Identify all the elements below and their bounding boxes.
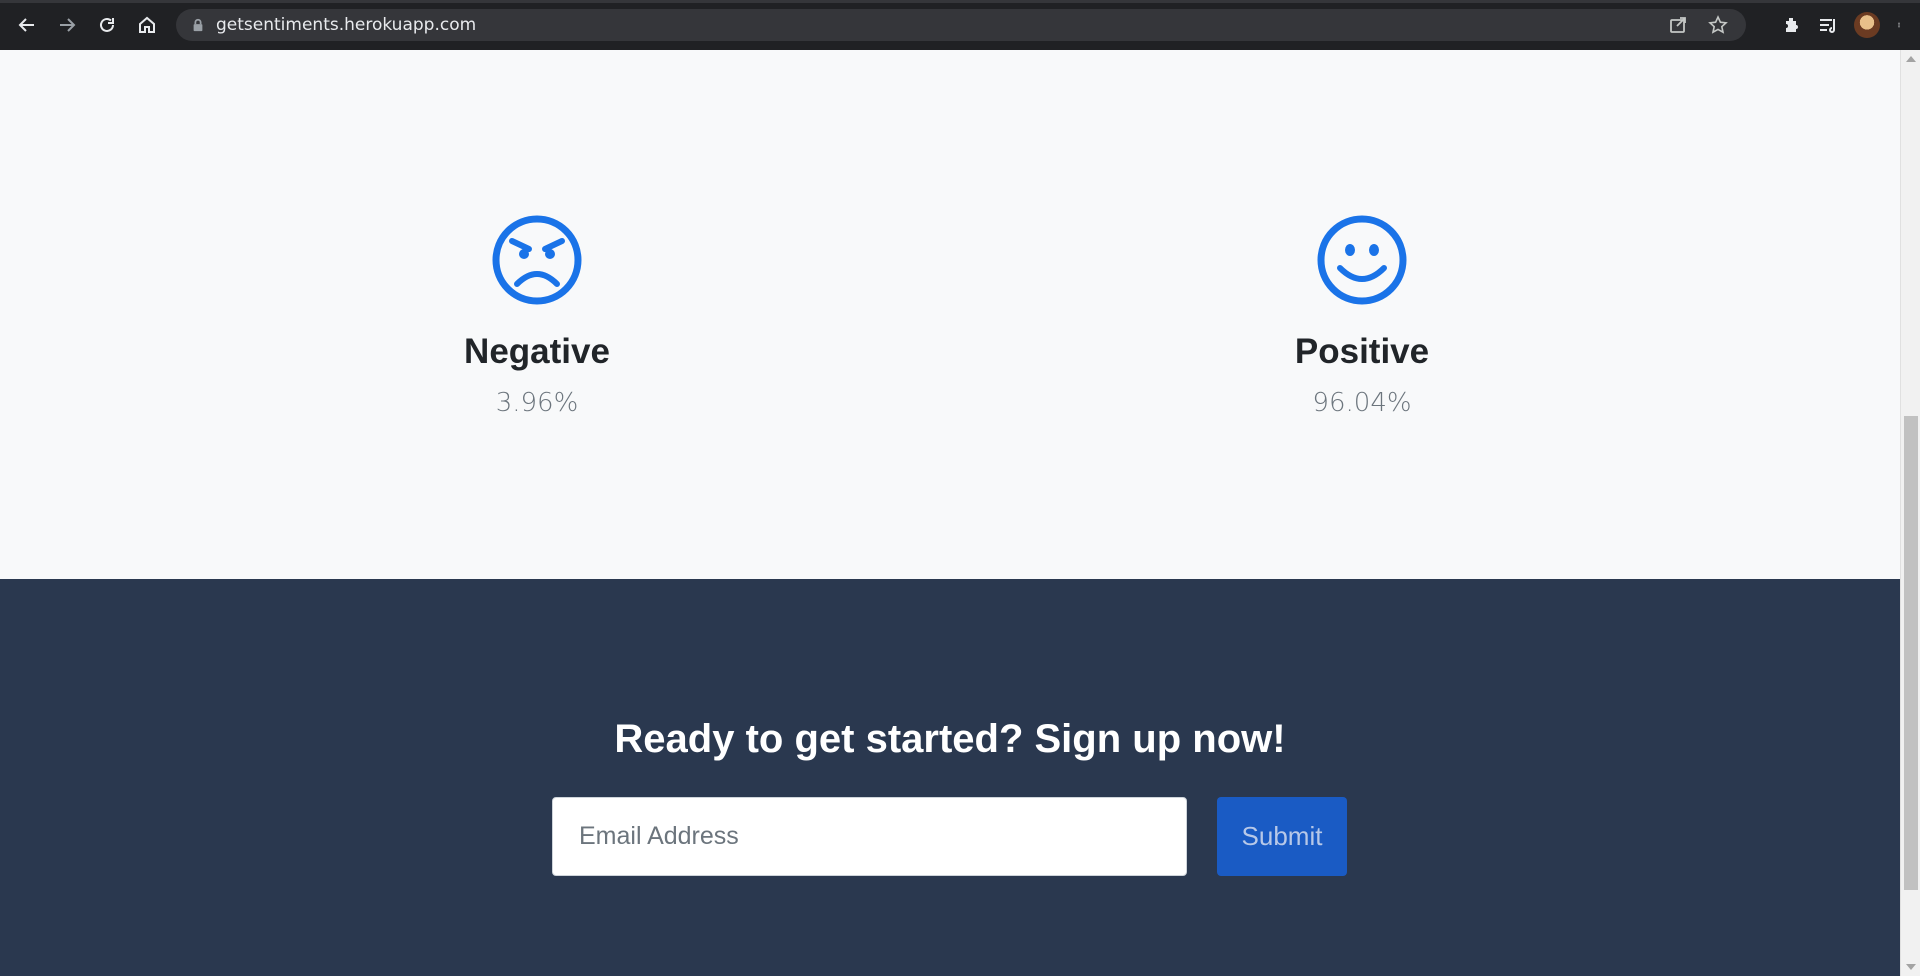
sentiment-results: Negative 3.96% Positive 96.04% (0, 50, 1900, 579)
home-button[interactable] (127, 5, 167, 45)
lock-icon (190, 17, 206, 33)
negative-stat: Negative 3.96% (387, 214, 687, 418)
signup-section: Ready to get started? Sign up now! Submi… (0, 579, 1900, 976)
star-icon[interactable] (1708, 15, 1728, 35)
profile-avatar[interactable] (1854, 12, 1880, 38)
angry-face-icon (492, 215, 582, 305)
back-button[interactable] (7, 5, 47, 45)
reload-button[interactable] (87, 5, 127, 45)
positive-label: Positive (1294, 332, 1430, 371)
signup-heading: Ready to get started? Sign up now! (614, 717, 1286, 761)
address-bar[interactable]: getsentiments.herokuapp.com (176, 9, 1746, 41)
email-input[interactable] (552, 797, 1187, 876)
negative-label: Negative (464, 332, 610, 371)
reading-list-icon[interactable] (1818, 15, 1838, 35)
negative-value: 3.96% (495, 388, 579, 418)
submit-button[interactable]: Submit (1217, 797, 1347, 876)
positive-stat: Positive 96.04% (1212, 214, 1512, 418)
forward-button[interactable] (47, 5, 87, 45)
scroll-up-arrow[interactable] (1906, 56, 1916, 62)
toolbar-actions (1782, 0, 1920, 50)
forward-icon (60, 18, 76, 32)
share-icon[interactable] (1668, 15, 1688, 35)
extensions-icon[interactable] (1782, 15, 1802, 35)
smiley-face-icon (1317, 215, 1407, 305)
back-icon (18, 18, 34, 32)
reload-icon (100, 17, 114, 32)
scrollbar-thumb[interactable] (1904, 416, 1918, 890)
tab-strip-edge (0, 0, 1920, 3)
home-icon (139, 16, 155, 33)
positive-value: 96.04% (1312, 388, 1412, 418)
scroll-down-arrow[interactable] (1906, 964, 1916, 970)
page-scrollbar[interactable] (1900, 50, 1920, 976)
browser-toolbar: getsentiments.herokuapp.com (0, 0, 1920, 50)
menu-icon[interactable] (1896, 15, 1902, 35)
url-text[interactable]: getsentiments.herokuapp.com (216, 15, 476, 35)
